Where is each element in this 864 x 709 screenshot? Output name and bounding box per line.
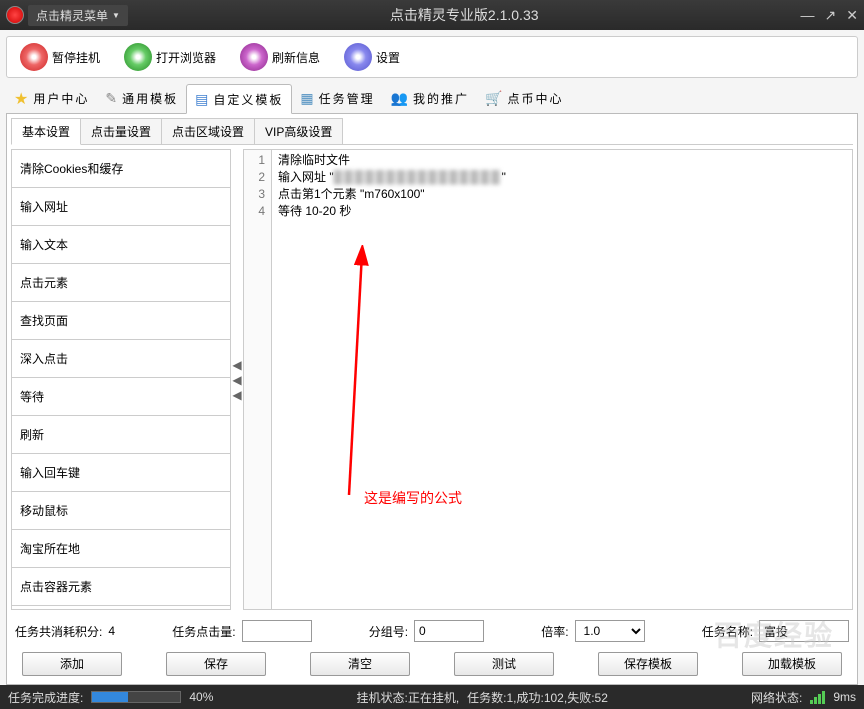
splitter[interactable]: ◀◀◀ [231,149,243,610]
group-input[interactable] [414,620,484,642]
progress-bar [91,691,181,703]
action-button-3[interactable]: 测试 [454,652,554,676]
latency: 9ms [833,690,856,704]
task-stats: 任务数:1,成功:102,失败:52 [467,689,608,706]
wand-icon: ✎ [105,90,119,107]
toolbar: 暂停挂机打开浏览器刷新信息设置 [6,36,858,78]
titlebar: 点击精灵菜单 ▼ 点击精灵专业版2.1.0.33 — ↗ ✕ [0,0,864,30]
main-tabs: ★用户中心✎通用模板▤自定义模板▦任务管理👥我的推广🛒点币中心 [6,84,858,114]
menu-button[interactable]: 点击精灵菜单 ▼ [28,5,128,26]
toolbar-blue-button[interactable]: 设置 [333,38,411,76]
blue-icon [344,43,372,71]
progress-label: 任务完成进度: [8,689,83,706]
code-line-2[interactable]: 输入网址 "████████████████" [278,169,846,186]
toolbar-purple-button[interactable]: 刷新信息 [229,38,331,76]
clicks-label: 任务点击量: [172,623,235,640]
group-label: 分组号: [369,623,408,640]
toolbar-green-button[interactable]: 打开浏览器 [113,38,227,76]
rate-select[interactable]: 1.0 [575,620,645,642]
signal-icon [810,691,825,704]
annotation-text: 这是编写的公式 [364,488,462,508]
red-icon [20,43,48,71]
cart-icon: 🛒 [485,90,504,107]
sidebar-item-8[interactable]: 输入回车键 [12,454,230,492]
sidebar-item-9[interactable]: 移动鼠标 [12,492,230,530]
app-icon [6,6,24,24]
tab-people[interactable]: 👥我的推广 [383,84,477,113]
subtab-2[interactable]: 点击区域设置 [161,118,255,145]
subtab-1[interactable]: 点击量设置 [80,118,162,145]
window-controls: — ↗ ✕ [801,7,858,24]
doc-icon: ▤ [195,91,210,108]
code-area[interactable]: 清除临时文件输入网址 "████████████████"点击第1个元素 "m7… [272,150,852,609]
tab-cart[interactable]: 🛒点币中心 [477,84,571,113]
action-button-2[interactable]: 清空 [310,652,410,676]
purple-icon [240,43,268,71]
subtab-3[interactable]: VIP高级设置 [254,118,343,145]
sidebar-item-7[interactable]: 刷新 [12,416,230,454]
code-line-4[interactable]: 等待 10-20 秒 [278,203,846,220]
sidebar-item-0[interactable]: 清除Cookies和缓存 [12,150,230,188]
hang-status: 挂机状态:正在挂机, [356,689,459,706]
tab-wand[interactable]: ✎通用模板 [97,84,186,113]
progress-percent: 40% [189,690,213,704]
action-button-5[interactable]: 加载模板 [742,652,842,676]
code-line-3[interactable]: 点击第1个元素 "m760x100" [278,186,846,203]
menu-label: 点击精灵菜单 [36,7,108,24]
script-editor[interactable]: 1234 清除临时文件输入网址 "████████████████"点击第1个元… [243,149,853,610]
tab-star[interactable]: ★用户中心 [6,84,97,113]
work-area: 清除Cookies和缓存输入网址输入文本点击元素查找页面深入点击等待刷新输入回车… [7,145,857,614]
subtab-0[interactable]: 基本设置 [11,118,81,145]
code-line-1[interactable]: 清除临时文件 [278,152,846,169]
sidebar-item-1[interactable]: 输入网址 [12,188,230,226]
sidebar-item-6[interactable]: 等待 [12,378,230,416]
sidebar-item-5[interactable]: 深入点击 [12,340,230,378]
action-button-0[interactable]: 添加 [22,652,122,676]
sidebar-item-10[interactable]: 淘宝所在地 [12,530,230,568]
tab-table[interactable]: ▦任务管理 [292,84,382,113]
name-label: 任务名称: [702,623,753,640]
action-button-4[interactable]: 保存模板 [598,652,698,676]
command-sidebar: 清除Cookies和缓存输入网址输入文本点击元素查找页面深入点击等待刷新输入回车… [11,149,231,610]
people-icon: 👥 [391,90,410,107]
settings-row: 任务共消耗积分: 4 任务点击量: 分组号: 倍率: 1.0 任务名称: [7,614,857,648]
content-area: 基本设置点击量设置点击区域设置VIP高级设置 清除Cookies和缓存输入网址输… [6,114,858,685]
statusbar: 任务完成进度: 40% 挂机状态:正在挂机, 任务数:1,成功:102,失败:5… [0,685,864,709]
sidebar-item-4[interactable]: 查找页面 [12,302,230,340]
points-label: 任务共消耗积分: [15,623,102,640]
minimize-button[interactable]: — [801,7,815,24]
tab-doc[interactable]: ▤自定义模板 [186,84,292,114]
line-gutter: 1234 [244,150,272,609]
toolbar-red-button[interactable]: 暂停挂机 [9,38,111,76]
action-button-1[interactable]: 保存 [166,652,266,676]
net-label: 网络状态: [751,689,802,706]
close-button[interactable]: ✕ [846,7,858,24]
rate-label: 倍率: [541,623,568,640]
window-title: 点击精灵专业版2.1.0.33 [128,5,801,25]
points-value: 4 [108,624,115,638]
button-row: 添加 保存 清空 测试 保存模板 加载模板 [7,648,857,684]
green-icon [124,43,152,71]
clicks-input[interactable] [242,620,312,642]
star-icon: ★ [14,89,30,109]
chevron-down-icon: ▼ [112,11,120,20]
maximize-button[interactable]: ↗ [825,7,837,24]
sub-tabs: 基本设置点击量设置点击区域设置VIP高级设置 [7,114,857,145]
sidebar-item-11[interactable]: 点击容器元素 [12,568,230,606]
sidebar-item-2[interactable]: 输入文本 [12,226,230,264]
sidebar-item-3[interactable]: 点击元素 [12,264,230,302]
task-name-input[interactable] [759,620,849,642]
table-icon: ▦ [300,90,315,107]
